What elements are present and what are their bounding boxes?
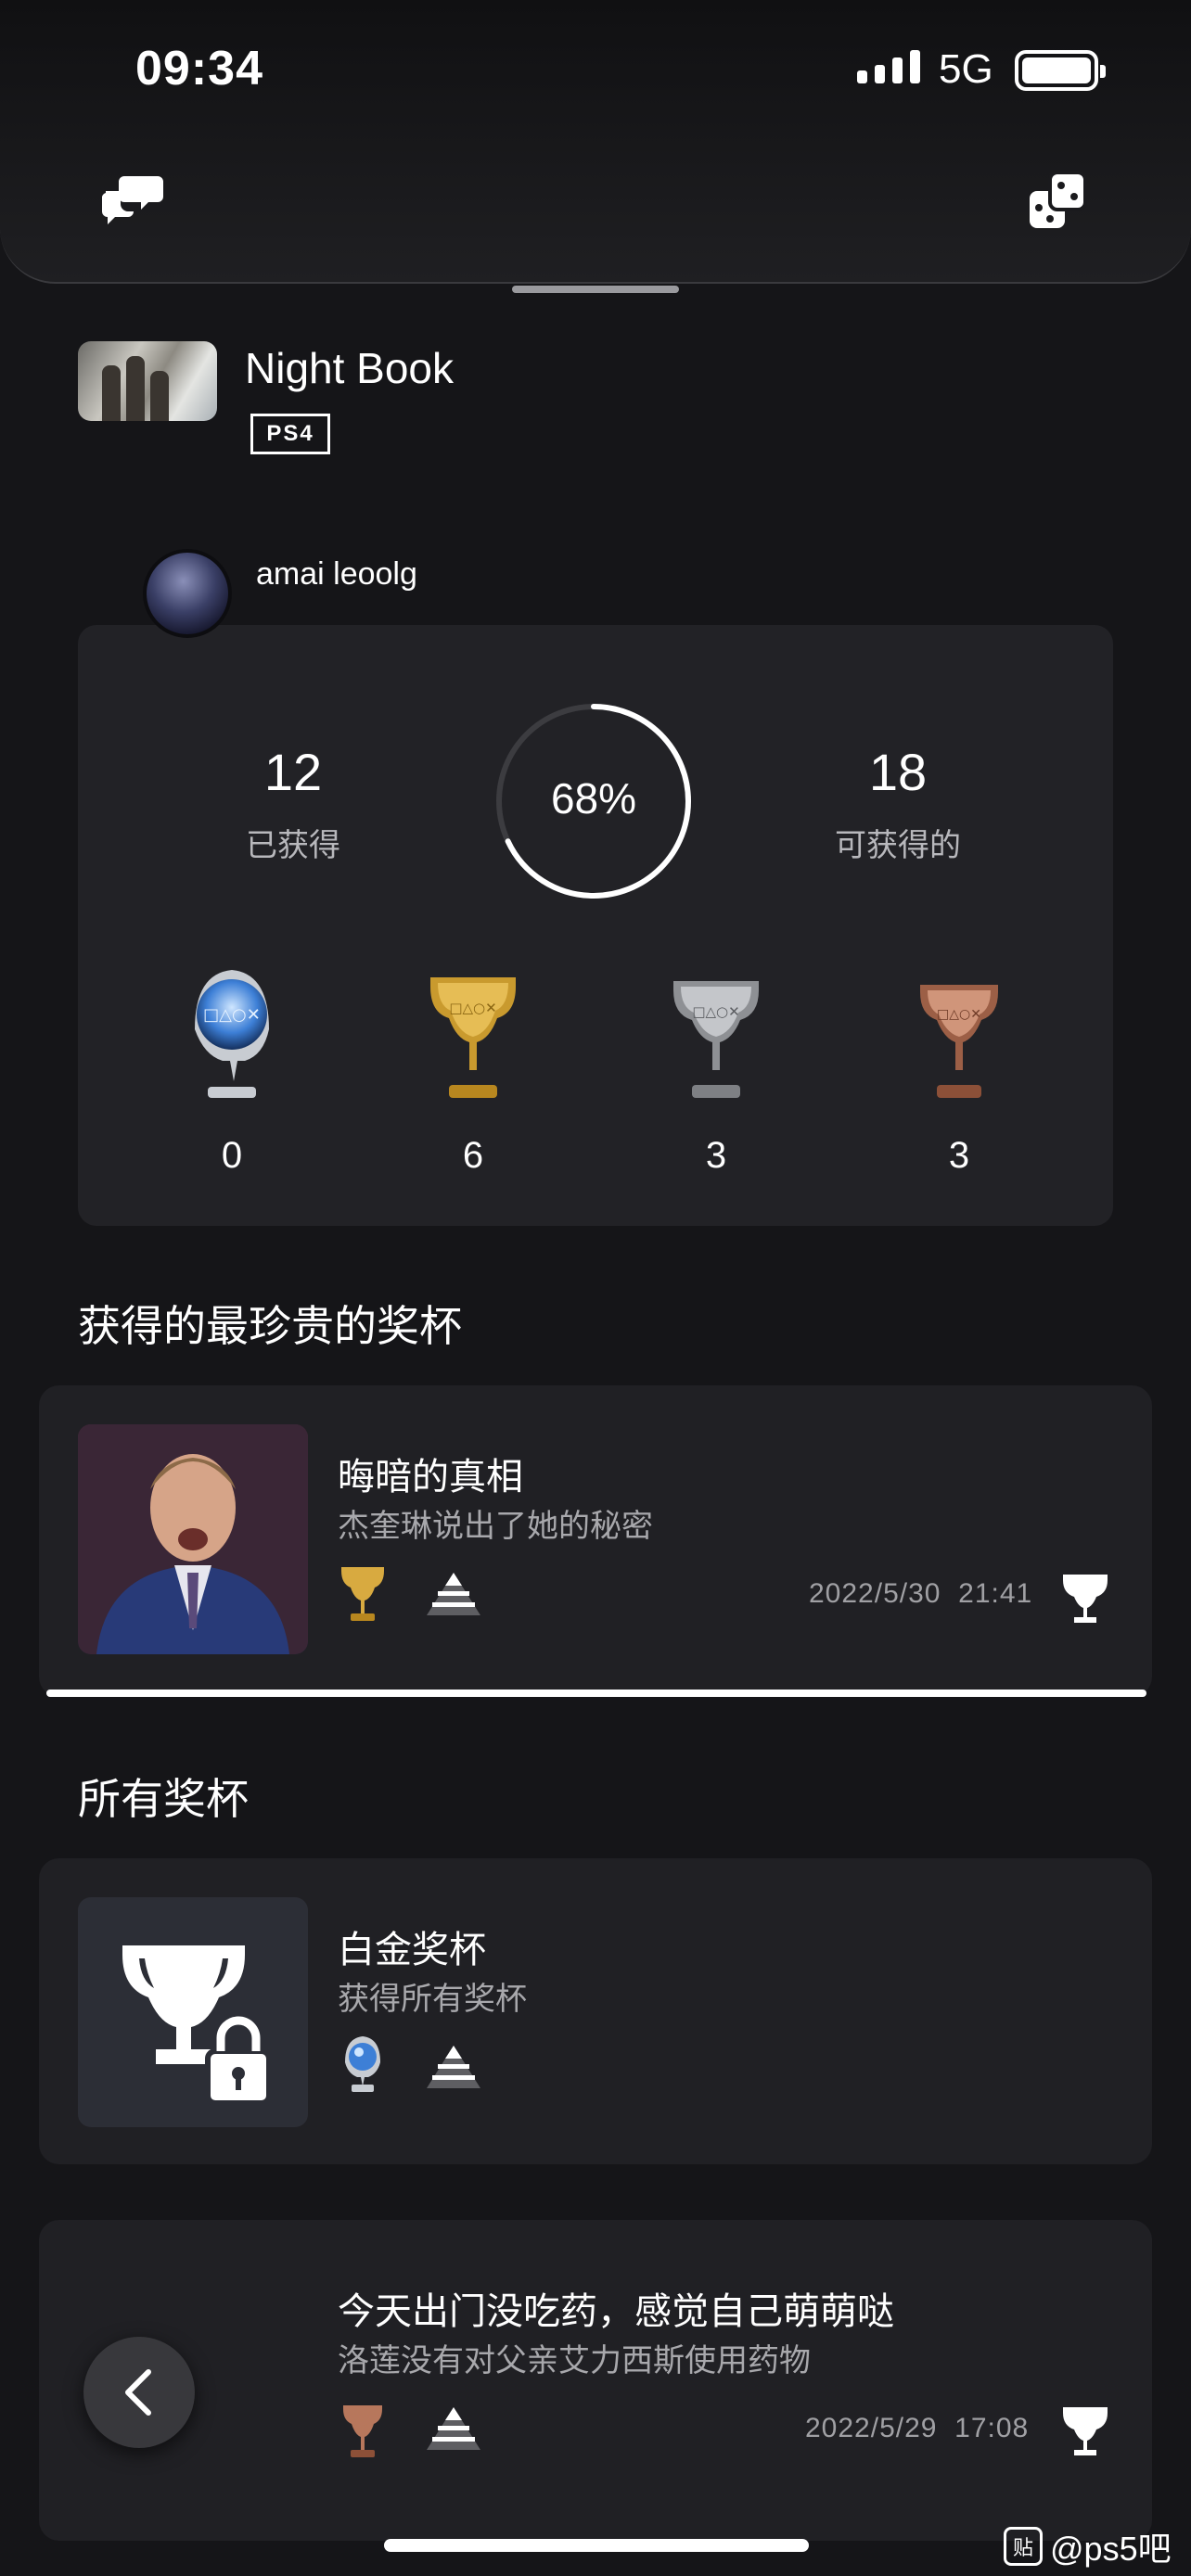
chat-bubbles-icon[interactable] (100, 172, 165, 228)
game-controller-icon[interactable] (1028, 171, 1087, 232)
trophy-artwork (78, 1424, 308, 1654)
tieba-logo-icon: 贴 (1004, 2527, 1043, 2566)
earned-trophy-icon (1063, 1575, 1108, 1623)
sheet-handle[interactable] (512, 286, 679, 293)
trophy-earned-date: 2022/5/30 21:41 (809, 1578, 1032, 1610)
locked-trophy-icon (122, 1945, 272, 2106)
trophy-time: 21:41 (958, 1578, 1033, 1609)
status-time: 09:34 (135, 42, 263, 96)
trophy-time: 17:08 (954, 2413, 1030, 2443)
svg-text:□△○✕: □△○✕ (692, 1003, 739, 1020)
earned-label: 已获得 (246, 828, 340, 863)
back-button[interactable] (83, 2337, 195, 2448)
silver-trophy-icon: □△○✕ (673, 981, 759, 1098)
network-label: 5G (939, 46, 993, 92)
watermark: 贴 @ps5吧 (1004, 2522, 1172, 2570)
gold-trophy-icon (341, 1567, 384, 1621)
locked-trophy-artwork (78, 1897, 308, 2127)
username: amai leoolg (256, 556, 417, 592)
chevron-left-icon (125, 2369, 151, 2416)
trophy-earned-date: 2022/5/29 17:08 (805, 2413, 1029, 2444)
home-indicator[interactable] (384, 2539, 809, 2552)
watermark-text: @ps5吧 (1050, 2530, 1172, 2568)
platform-badge: PS4 (250, 414, 330, 454)
available-label: 可获得的 (835, 828, 961, 863)
top-navigation-bar: 09:34 5G (0, 0, 1191, 284)
rarity-pyramid-icon (427, 2407, 480, 2450)
trophy-name: 白金奖杯 (338, 1930, 486, 1970)
bronze-trophy-icon: □△○✕ (920, 985, 998, 1098)
avatar[interactable] (143, 549, 232, 638)
rarity-pyramid-icon (427, 1573, 480, 1615)
earned-trophy-icon (1063, 2407, 1108, 2455)
signal-icon (857, 50, 920, 83)
gold-trophy-icon: □△○✕ (430, 977, 516, 1098)
trophy-description: 洛莲没有对父亲艾力西斯使用药物 (338, 2343, 811, 2378)
bronze-count: 3 (948, 1135, 970, 1176)
card-divider (46, 1690, 1146, 1697)
trophy-name: 今天出门没吃药，感觉自己萌萌哒 (338, 2291, 894, 2332)
trophy-date: 2022/5/30 (809, 1578, 941, 1609)
platinum-trophy-icon (345, 2036, 380, 2092)
trophy-description: 获得所有奖杯 (338, 1982, 527, 2017)
bronze-trophy-card[interactable] (39, 2220, 1152, 2541)
rarity-pyramid-icon (427, 2046, 480, 2088)
game-title: Night Book (245, 344, 455, 392)
platinum-count: 0 (221, 1135, 243, 1176)
platinum-trophy-icon: □△○✕ (195, 970, 269, 1098)
game-cover-image (78, 341, 217, 421)
svg-text:□△○✕: □△○✕ (449, 1000, 496, 1016)
available-count: 18 (868, 743, 928, 801)
trophy-description: 杰奎琳说出了她的秘密 (338, 1509, 653, 1544)
earned-count: 12 (263, 743, 323, 801)
trophy-name: 晦暗的真相 (338, 1457, 523, 1498)
rarest-trophy-heading: 获得的最珍贵的奖杯 (78, 1302, 462, 1350)
progress-percent: 68% (550, 774, 637, 823)
gold-count: 6 (462, 1135, 484, 1176)
all-trophies-heading: 所有奖杯 (78, 1775, 249, 1823)
silver-count: 3 (705, 1135, 727, 1176)
trophy-date: 2022/5/29 (805, 2413, 938, 2443)
svg-text:□△○✕: □△○✕ (937, 1007, 981, 1022)
bronze-trophy-icon (343, 2405, 382, 2457)
battery-icon (1015, 50, 1106, 91)
svg-text:□△○✕: □△○✕ (203, 1005, 261, 1025)
